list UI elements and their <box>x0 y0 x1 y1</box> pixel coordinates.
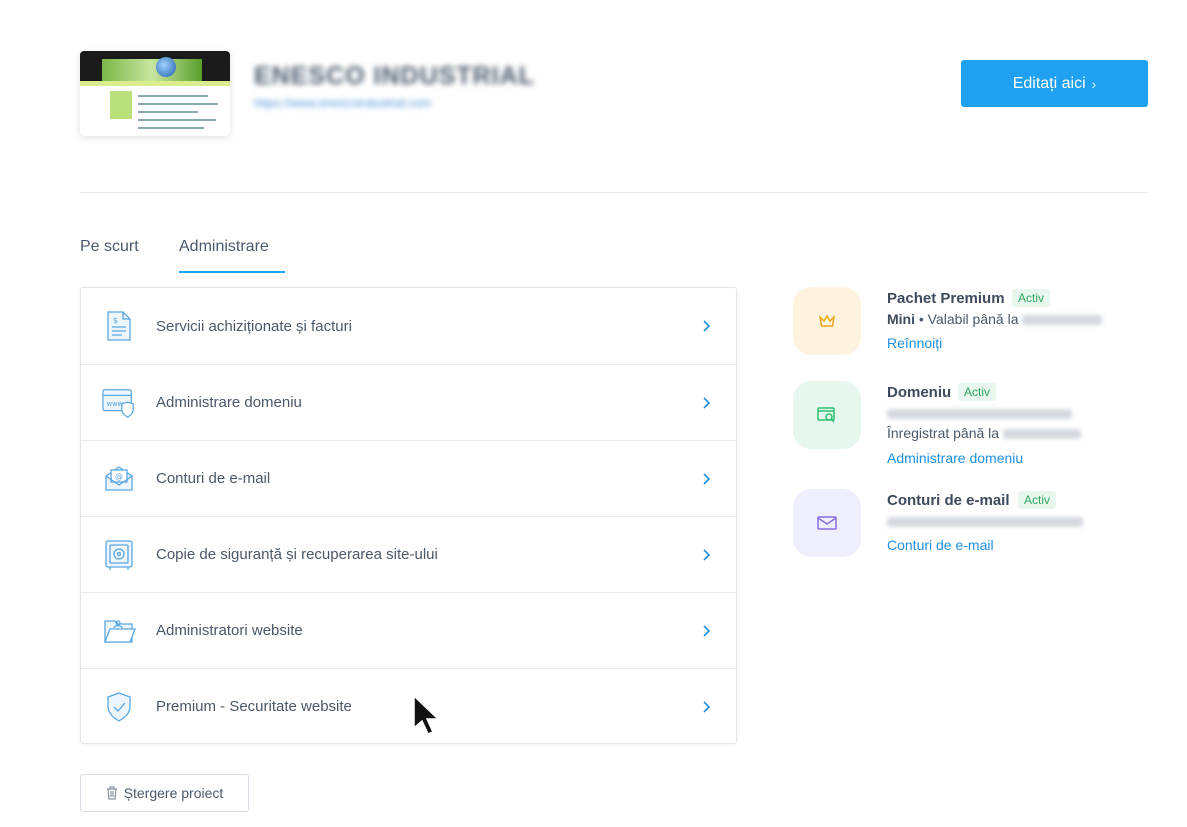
status-badge: Activ <box>1018 491 1057 509</box>
package-title: Pachet Premium <box>887 290 1005 307</box>
tab-administrare[interactable]: Administrare <box>179 238 269 256</box>
delete-project-button[interactable]: Ștergere proiect <box>80 774 249 812</box>
chevron-right-icon <box>703 548 711 561</box>
blurred-date <box>1002 429 1081 440</box>
email-title: Conturi de e-mail <box>887 492 1010 509</box>
crown-icon <box>793 287 861 355</box>
package-valid-text: • Valabil până la <box>918 311 1019 327</box>
invoice-icon: $ <box>101 308 137 344</box>
mouse-cursor-icon <box>413 694 440 735</box>
menu-item-services[interactable]: $ Servicii achiziționate și facturi <box>81 288 736 364</box>
shield-icon <box>101 689 137 725</box>
domain-admin-link[interactable]: Administrare domeniu <box>887 450 1023 466</box>
email-accounts-link[interactable]: Conturi de e-mail <box>887 537 994 553</box>
admin-menu: $ Servicii achiziționate și facturi www … <box>80 287 737 744</box>
package-validity: Mini • Valabil până la <box>887 311 1103 327</box>
status-badge: Activ <box>1012 289 1051 307</box>
menu-item-label: Copie de siguranță și recuperarea site-u… <box>156 546 438 563</box>
safe-icon <box>101 537 137 573</box>
menu-item-label: Premium - Securitate website <box>156 698 352 715</box>
trash-icon <box>106 786 117 800</box>
package-plan: Mini <box>887 311 915 327</box>
header-divider <box>80 192 1148 193</box>
menu-item-label: Administratori website <box>156 622 303 639</box>
menu-item-label: Administrare domeniu <box>156 394 302 411</box>
blurred-date <box>1022 315 1103 326</box>
edit-button[interactable]: Editați aici › <box>961 60 1148 107</box>
renew-link[interactable]: Reînnoiți <box>887 335 942 351</box>
svg-text:$: $ <box>113 316 118 325</box>
delete-project-label: Ștergere proiect <box>123 785 224 801</box>
svg-text:www: www <box>107 399 124 407</box>
menu-item-backup[interactable]: Copie de siguranță și recuperarea site-u… <box>81 516 736 592</box>
menu-item-label: Servicii achiziționate și facturi <box>156 317 352 335</box>
tab-pe-scurt[interactable]: Pe scurt <box>80 238 139 256</box>
menu-item-domain[interactable]: www Administrare domeniu <box>81 364 736 440</box>
chevron-right-icon: › <box>1091 75 1097 92</box>
domain-search-icon <box>793 381 861 449</box>
chevron-right-icon <box>703 700 711 713</box>
domain-registered: Înregistrat până la <box>887 425 1081 441</box>
active-tab-indicator <box>179 271 285 273</box>
edit-button-label: Editați aici <box>1012 74 1086 92</box>
menu-item-email[interactable]: @ Conturi de e-mail <box>81 440 736 516</box>
site-thumbnail <box>80 51 230 136</box>
site-url[interactable]: https://www.enescoindustrial.com <box>254 96 431 110</box>
menu-item-admins[interactable]: Administratori website <box>81 592 736 668</box>
domain-title: Domeniu <box>887 384 952 401</box>
site-name: ENESCO INDUSTRIAL <box>254 62 535 90</box>
chevron-right-icon <box>703 624 711 637</box>
status-badge: Activ <box>958 383 997 401</box>
blurred-email-address <box>887 513 1083 529</box>
svg-text:@: @ <box>115 472 123 481</box>
folder-icon <box>101 613 137 649</box>
domain-icon: www <box>101 385 137 421</box>
email-icon: @ <box>101 461 137 497</box>
chevron-right-icon <box>703 396 711 409</box>
chevron-right-icon <box>703 472 711 485</box>
domain-registered-text: Înregistrat până la <box>887 425 1000 441</box>
blurred-domain-name <box>887 405 1072 421</box>
menu-item-security[interactable]: Premium - Securitate website <box>81 668 736 744</box>
chevron-right-icon <box>703 320 711 332</box>
menu-item-label: Conturi de e-mail <box>156 470 271 487</box>
mail-icon <box>793 489 861 557</box>
